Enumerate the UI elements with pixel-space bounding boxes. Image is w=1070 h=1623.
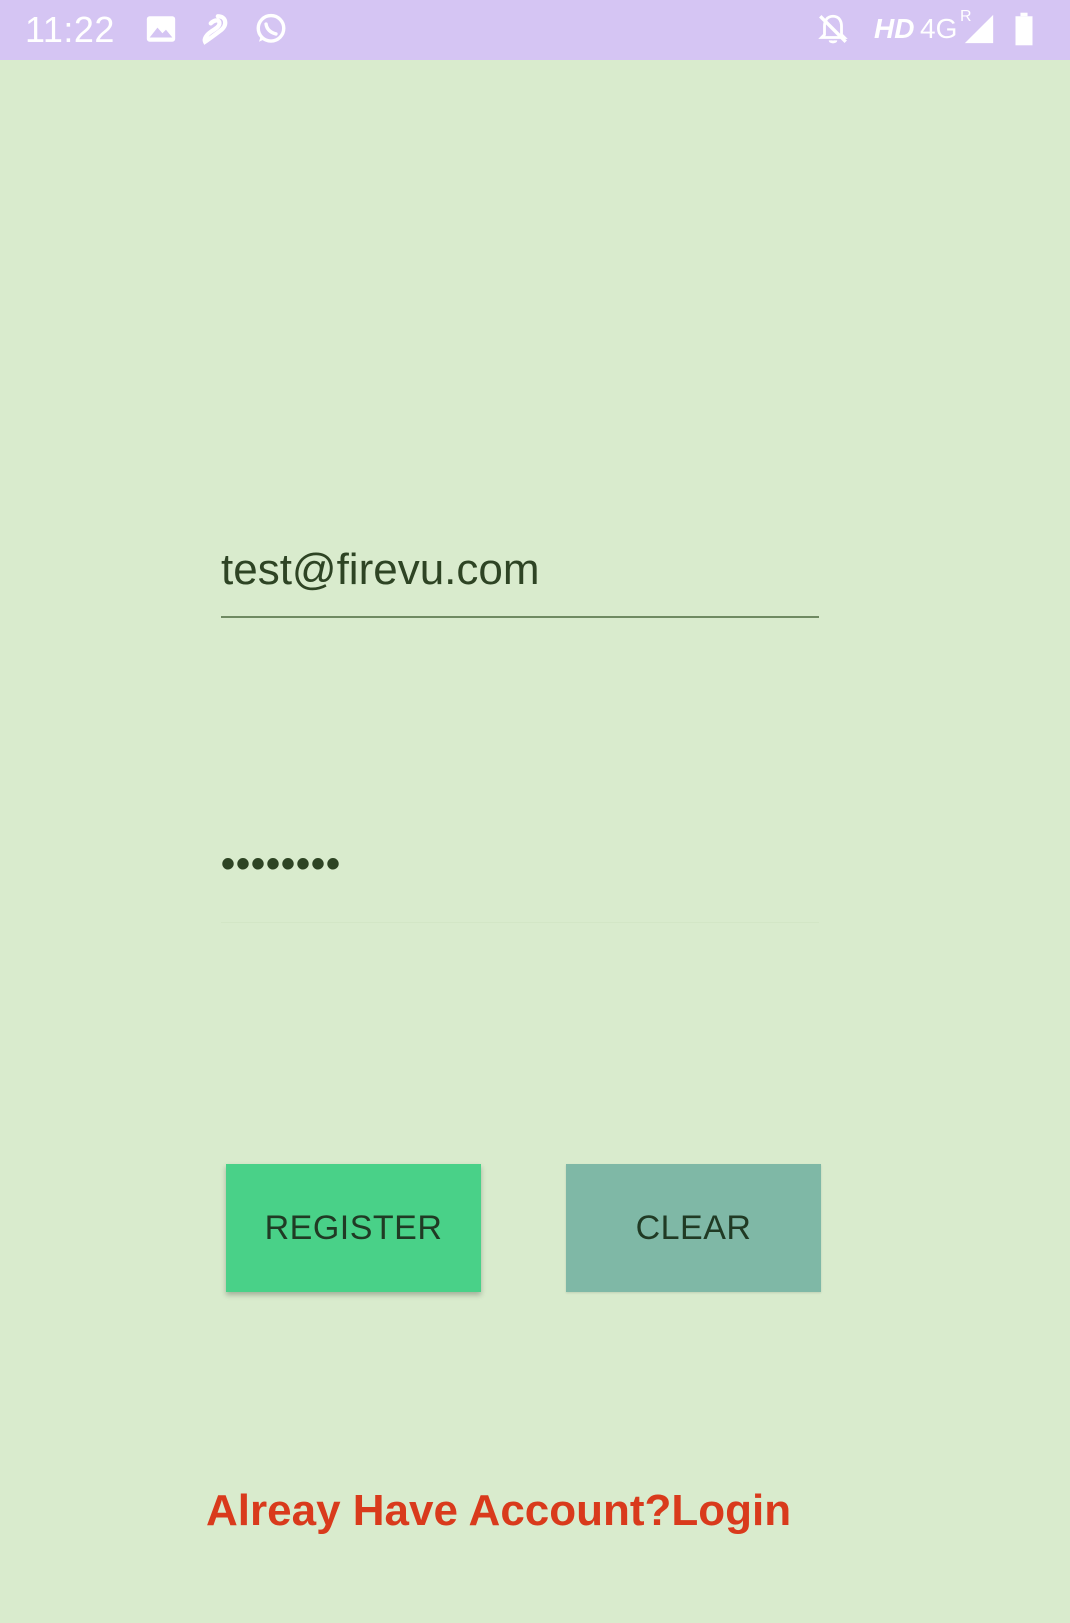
login-link[interactable]: Alreay Have Account?Login — [0, 1485, 1070, 1537]
register-button[interactable]: REGISTER — [226, 1164, 481, 1292]
network-label: 4G — [920, 13, 958, 44]
status-bar: 11:22 HD 4G R — [0, 0, 1070, 60]
whatsapp-icon — [254, 12, 288, 46]
password-value: •••••••• — [221, 842, 342, 886]
signal-icon — [962, 12, 996, 46]
notifications-off-icon — [816, 12, 850, 46]
email-value: test@firevu.com — [221, 545, 540, 594]
battery-icon — [1010, 12, 1038, 46]
status-time: 11:22 — [25, 9, 115, 50]
airtel-icon — [198, 12, 232, 46]
password-field[interactable]: •••••••• — [221, 830, 819, 923]
hd-label: HD — [874, 13, 915, 44]
gallery-icon — [144, 12, 178, 46]
clear-button[interactable]: CLEAR — [566, 1164, 821, 1292]
email-field[interactable]: test@firevu.com — [221, 530, 819, 618]
